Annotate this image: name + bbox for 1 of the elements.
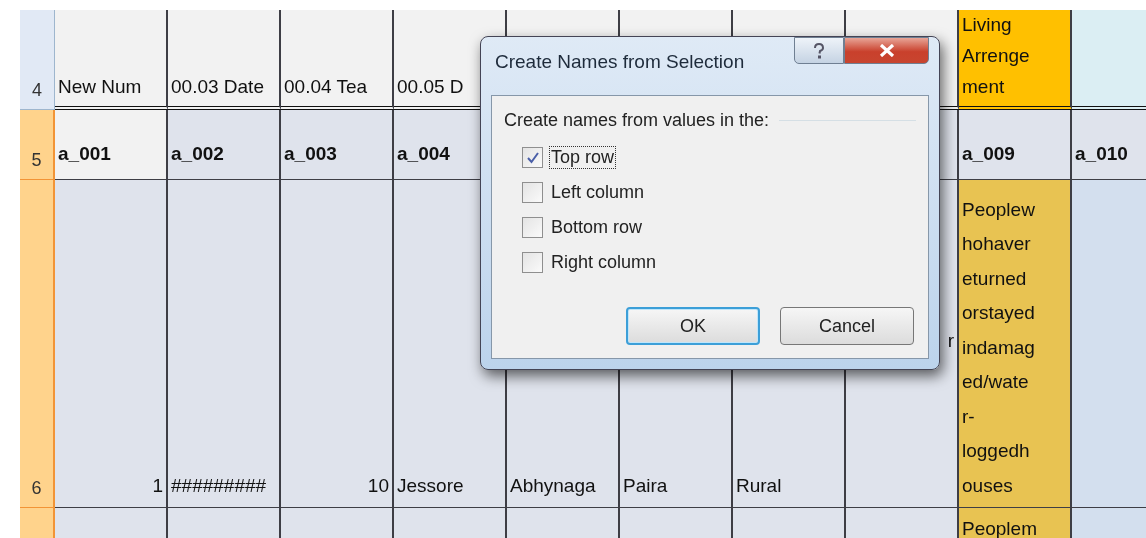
group-label: Create names from values in the: [504,110,770,131]
